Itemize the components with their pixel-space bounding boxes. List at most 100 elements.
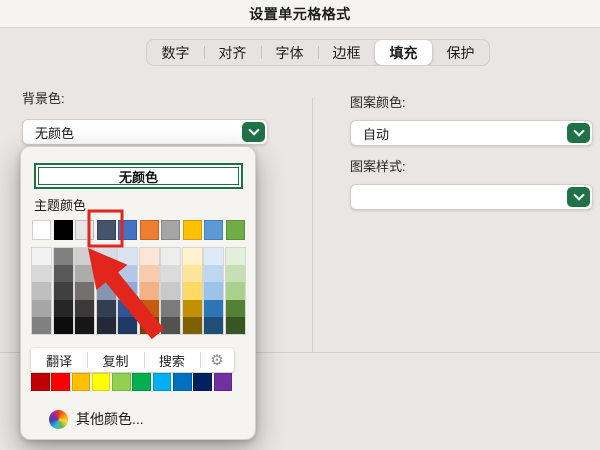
variant-column xyxy=(140,248,159,334)
tab-1[interactable]: 数字 xyxy=(147,40,204,65)
variant-swatch[interactable] xyxy=(226,300,245,317)
more-colors-label: 其他颜色... xyxy=(76,409,144,429)
theme-swatch[interactable] xyxy=(226,220,245,240)
standard-swatch[interactable] xyxy=(214,373,233,391)
standard-swatch[interactable] xyxy=(31,373,50,391)
variant-swatch[interactable] xyxy=(32,317,51,334)
variant-swatch[interactable] xyxy=(118,265,137,282)
variant-swatch[interactable] xyxy=(140,282,159,299)
variant-swatch[interactable] xyxy=(183,265,202,282)
variant-swatch[interactable] xyxy=(32,300,51,317)
no-color-button[interactable]: 无颜色 xyxy=(34,163,243,189)
standard-swatch[interactable] xyxy=(112,373,131,391)
variant-swatch[interactable] xyxy=(204,265,223,282)
variant-swatch[interactable] xyxy=(75,282,94,299)
variant-swatch[interactable] xyxy=(118,248,137,265)
standard-swatch[interactable] xyxy=(153,373,172,391)
variant-swatch[interactable] xyxy=(183,300,202,317)
variant-swatch[interactable] xyxy=(118,282,137,299)
toolbar-button[interactable]: 翻译 xyxy=(31,348,87,372)
variant-swatch[interactable] xyxy=(54,265,73,282)
theme-swatch[interactable] xyxy=(161,220,180,240)
gear-icon[interactable]: ⚙ xyxy=(200,348,234,372)
chevron-down-icon[interactable] xyxy=(567,187,590,207)
variant-swatch[interactable] xyxy=(32,282,51,299)
variant-swatch[interactable] xyxy=(161,300,180,317)
theme-swatch[interactable] xyxy=(97,220,116,240)
variant-swatch[interactable] xyxy=(118,300,137,317)
variant-swatch[interactable] xyxy=(75,248,94,265)
variant-swatch[interactable] xyxy=(161,265,180,282)
variant-swatch[interactable] xyxy=(204,282,223,299)
chevron-down-icon[interactable] xyxy=(242,122,265,142)
theme-swatch[interactable] xyxy=(54,220,73,240)
theme-swatch[interactable] xyxy=(32,220,51,240)
variant-swatch[interactable] xyxy=(75,265,94,282)
variant-swatch[interactable] xyxy=(75,317,94,334)
standard-swatch[interactable] xyxy=(92,373,111,391)
variant-swatch[interactable] xyxy=(140,317,159,334)
variant-swatch[interactable] xyxy=(75,300,94,317)
more-colors-button[interactable]: 其他颜色... xyxy=(49,409,144,429)
variant-swatch[interactable] xyxy=(183,282,202,299)
variant-swatch[interactable] xyxy=(226,265,245,282)
background-color-label: 背景色: xyxy=(22,88,65,107)
variant-swatch[interactable] xyxy=(226,282,245,299)
tab-5[interactable]: 填充 xyxy=(375,40,432,65)
theme-swatch[interactable] xyxy=(75,220,94,240)
theme-swatch[interactable] xyxy=(140,220,159,240)
standard-swatch[interactable] xyxy=(193,373,212,391)
variant-swatch[interactable] xyxy=(161,248,180,265)
variant-swatch[interactable] xyxy=(183,317,202,334)
variant-column xyxy=(161,248,180,334)
toolbar-button[interactable]: 复制 xyxy=(87,348,143,372)
variant-swatch[interactable] xyxy=(32,248,51,265)
format-cells-dialog: 设置单元格格式 数字对齐字体边框填充保护 背景色: 无颜色 图案颜色: 自动 图… xyxy=(0,0,600,450)
variant-swatch[interactable] xyxy=(140,265,159,282)
pattern-color-label: 图案颜色: xyxy=(350,92,406,111)
variant-swatch[interactable] xyxy=(226,248,245,265)
variant-swatch[interactable] xyxy=(204,300,223,317)
variant-column xyxy=(54,248,73,334)
color-picker-popup: 无颜色 主题颜色 翻译复制搜索⚙ 其他颜色... xyxy=(20,146,256,440)
variant-swatch[interactable] xyxy=(161,317,180,334)
standard-swatch[interactable] xyxy=(72,373,91,391)
tab-2[interactable]: 对齐 xyxy=(204,40,261,65)
variant-swatch[interactable] xyxy=(97,317,116,334)
variant-swatch[interactable] xyxy=(97,265,116,282)
chevron-down-icon[interactable] xyxy=(567,123,590,143)
tab-4[interactable]: 边框 xyxy=(318,40,375,65)
variant-swatch[interactable] xyxy=(183,248,202,265)
variant-swatch[interactable] xyxy=(226,317,245,334)
standard-swatch[interactable] xyxy=(132,373,151,391)
variant-swatch[interactable] xyxy=(54,282,73,299)
variant-swatch[interactable] xyxy=(118,317,137,334)
pattern-color-select[interactable]: 自动 xyxy=(350,120,593,146)
color-wheel-icon xyxy=(49,410,68,429)
tab-3[interactable]: 字体 xyxy=(261,40,318,65)
variant-swatch[interactable] xyxy=(140,300,159,317)
theme-swatch[interactable] xyxy=(118,220,137,240)
variant-column xyxy=(226,248,245,334)
variant-swatch[interactable] xyxy=(97,248,116,265)
toolbar-button[interactable]: 搜索 xyxy=(144,348,200,372)
variant-swatch[interactable] xyxy=(204,317,223,334)
variant-column xyxy=(97,248,116,334)
theme-swatch[interactable] xyxy=(204,220,223,240)
standard-swatch[interactable] xyxy=(51,373,70,391)
background-color-select[interactable]: 无颜色 xyxy=(22,119,268,145)
tab-6[interactable]: 保护 xyxy=(432,40,489,65)
variant-swatch[interactable] xyxy=(97,300,116,317)
variant-swatch[interactable] xyxy=(54,317,73,334)
variant-swatch[interactable] xyxy=(54,300,73,317)
theme-swatch[interactable] xyxy=(183,220,202,240)
variant-swatch[interactable] xyxy=(32,265,51,282)
pattern-style-select[interactable] xyxy=(350,184,593,210)
variant-swatch[interactable] xyxy=(204,248,223,265)
variant-swatch[interactable] xyxy=(54,248,73,265)
variant-swatch[interactable] xyxy=(140,248,159,265)
variant-swatch[interactable] xyxy=(161,282,180,299)
standard-swatch[interactable] xyxy=(173,373,192,391)
variant-column xyxy=(204,248,223,334)
variant-swatch[interactable] xyxy=(97,282,116,299)
